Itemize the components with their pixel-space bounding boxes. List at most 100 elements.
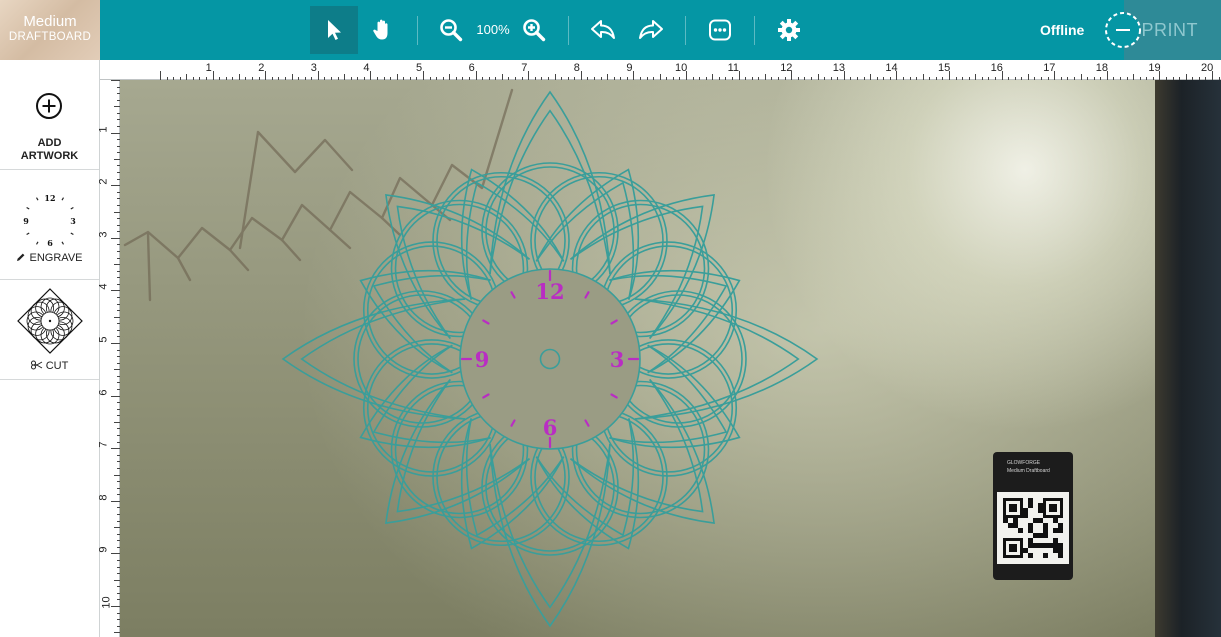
ruler-tick — [1159, 71, 1161, 80]
ruler-top-number: 1 — [205, 62, 212, 74]
ruler-left-number: 5 — [97, 336, 110, 343]
ruler-tick — [843, 71, 845, 80]
thumb-tick — [26, 232, 30, 236]
engrave-label: ENGRAVE — [29, 252, 83, 264]
ruler-tick — [423, 71, 424, 80]
ruler-tick — [111, 132, 120, 134]
print-label: PRINT — [1141, 19, 1198, 40]
bed-camera-view[interactable]: GLOWFORGE Medium Draftboard 12 3 6 9 — [120, 80, 1221, 637]
add-artwork-button[interactable]: ADD ARTWORK — [0, 60, 99, 170]
horizontal-ruler: 123456789101112131415161718192021 — [100, 60, 1221, 80]
ruler-tick — [738, 71, 740, 80]
cut-artwork-item[interactable]: CUT — [0, 280, 99, 380]
ruler-tick — [111, 500, 120, 502]
material-name: Medium — [23, 13, 77, 30]
engrave-artwork-item[interactable]: 12 3 6 9 ENGRAVE — [0, 170, 99, 280]
more-options-button[interactable] — [696, 6, 744, 54]
ruler-tick — [111, 290, 120, 292]
thumb-number-6: 6 — [47, 238, 53, 248]
cursor-icon — [328, 20, 341, 40]
hand-icon — [373, 19, 388, 40]
ruler-tick — [160, 71, 161, 80]
mandala-petal-inner — [489, 109, 611, 275]
scissors-icon — [30, 360, 42, 370]
ruler-top-number: 3 — [310, 62, 317, 74]
redo-button[interactable] — [627, 6, 675, 54]
material-type: DRAFTBOARD — [8, 31, 92, 43]
pencil-icon — [17, 253, 25, 261]
thumb-tick — [26, 206, 30, 210]
ruler-tick — [528, 71, 530, 80]
mandala-artwork[interactable] — [281, 90, 819, 628]
toolbar-separator — [685, 16, 686, 45]
redo-icon — [639, 20, 663, 39]
select-tool-button[interactable] — [310, 6, 358, 54]
ruler-tick — [580, 71, 582, 80]
dial-number-6: 6 — [543, 415, 558, 440]
ruler-tick — [1212, 71, 1213, 80]
ruler-left-number: 9 — [97, 546, 110, 553]
artwork-canvas: 12 3 6 9 — [123, 88, 819, 628]
offline-status-icon — [1105, 12, 1141, 48]
ruler-top-number: 5 — [416, 62, 423, 74]
material-selector[interactable]: Medium DRAFTBOARD — [0, 0, 100, 60]
ruler-top-number: 6 — [468, 62, 475, 74]
ruler-left-number: 3 — [97, 231, 110, 238]
ruler-left-number: 7 — [97, 441, 110, 448]
toolbar-separator — [568, 16, 569, 45]
thumb-number-12: 12 — [44, 193, 55, 203]
toolbar-separator — [754, 16, 755, 45]
ruler-tick — [111, 237, 120, 239]
zoom-level: 100% — [476, 22, 510, 37]
top-toolbar: Medium DRAFTBOARD 100% Offline PRINT — [0, 0, 1221, 60]
mandala-petal-inner — [300, 298, 466, 420]
ruler-top-number: 9 — [626, 62, 633, 74]
ellipsis-icon — [709, 19, 731, 41]
zoom-out-icon — [440, 19, 463, 42]
ruler-tick — [212, 71, 214, 80]
zoom-in-icon — [523, 19, 546, 42]
ruler-tick — [1106, 71, 1108, 80]
ruler-top-number: 4 — [363, 62, 370, 74]
pan-tool-button[interactable] — [358, 6, 406, 54]
ruler-tick — [370, 71, 372, 80]
undo-button[interactable] — [579, 6, 627, 54]
thumb-tick — [70, 232, 74, 236]
thumb-number-3: 3 — [70, 216, 76, 226]
ruler-tick — [896, 71, 898, 80]
zoom-in-button[interactable] — [510, 6, 558, 54]
dial-number-12: 12 — [535, 279, 564, 304]
add-artwork-label: ADD ARTWORK — [20, 137, 79, 162]
ruler-tick — [111, 80, 120, 81]
thumb-tick — [70, 206, 74, 210]
thumb-tick — [61, 197, 65, 201]
vertical-ruler: 1 2 3 4 5 6 7 8 9 10 — [97, 80, 120, 637]
ruler-tick — [686, 71, 687, 80]
thumb-tick — [61, 241, 65, 245]
dial-number-3: 3 — [610, 347, 625, 372]
connection-status: Offline — [1040, 22, 1085, 38]
mandala-thumbnail — [17, 288, 83, 354]
ruler-tick — [265, 71, 267, 80]
ruler-tick — [475, 71, 477, 80]
clock-face-thumbnail: 12 3 6 9 — [23, 193, 76, 248]
settings-button[interactable] — [765, 6, 813, 54]
ruler-left-number: 4 — [97, 283, 110, 290]
ruler-top-number: 11 — [727, 62, 740, 74]
ruler-left-number: 8 — [97, 494, 110, 501]
dial-number-9: 9 — [475, 347, 490, 372]
mandala-petal-inner — [634, 298, 800, 420]
ruler-tick — [791, 71, 793, 80]
ruler-tick — [111, 448, 120, 450]
ruler-tick — [111, 185, 120, 187]
ruler-top-number: 8 — [573, 62, 580, 74]
ruler-tick — [1001, 71, 1003, 80]
mandala-petal-inner — [489, 443, 611, 609]
add-circle-icon — [36, 93, 62, 119]
thumb-tick — [35, 197, 39, 201]
previous-cut-marks — [123, 88, 514, 302]
ruler-left-number: 6 — [97, 389, 110, 396]
ruler-tick — [111, 395, 120, 397]
ruler-tick — [111, 343, 120, 344]
zoom-out-button[interactable] — [427, 6, 475, 54]
